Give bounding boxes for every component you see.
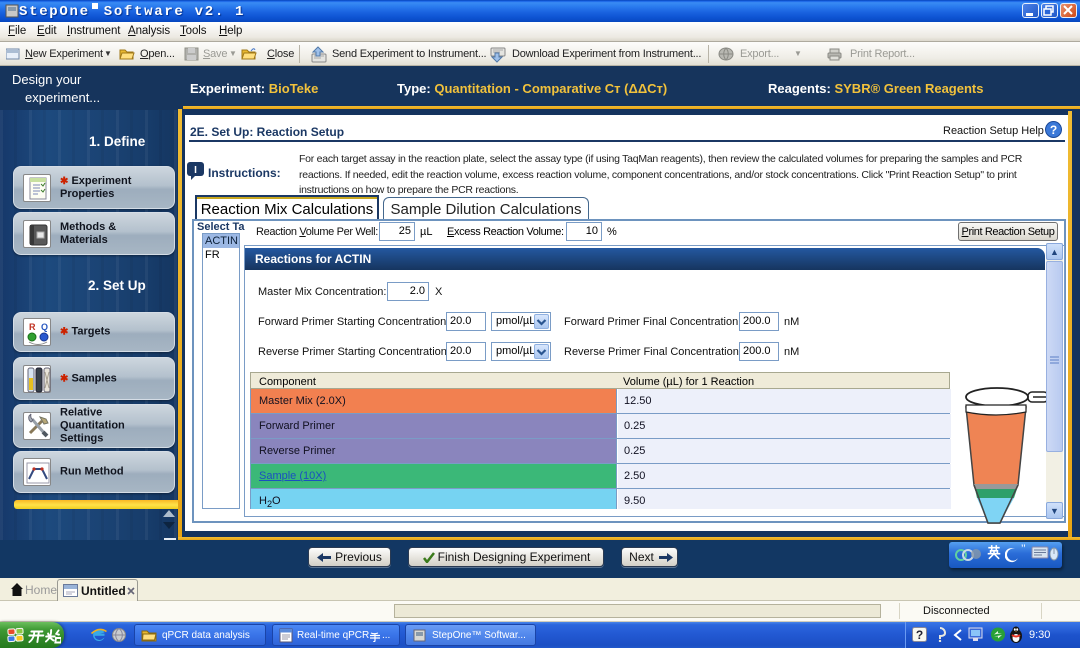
svg-text:?: ?	[1050, 123, 1057, 137]
svg-text:Q: Q	[41, 322, 48, 332]
svg-text:I: I	[194, 165, 197, 176]
svg-text:?: ?	[916, 628, 923, 642]
svg-text:R: R	[29, 322, 36, 332]
